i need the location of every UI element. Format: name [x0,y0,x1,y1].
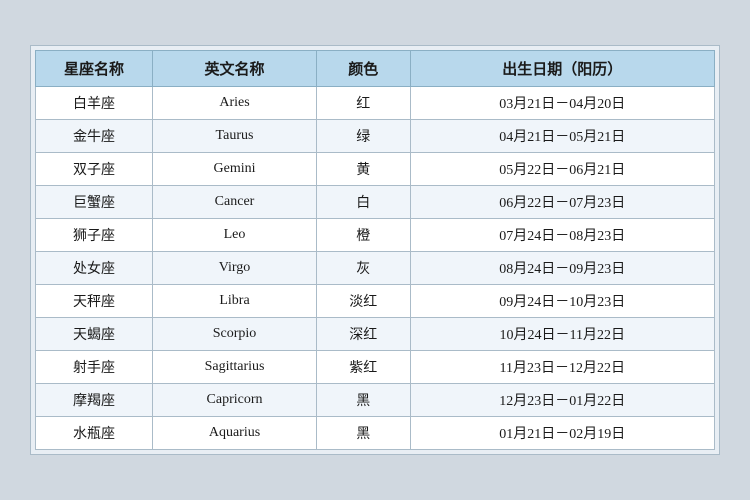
cell-color: 紫红 [316,351,410,384]
table-row: 狮子座Leo橙07月24日－08月23日 [36,219,715,252]
header-english: 英文名称 [153,51,317,87]
cell-chinese: 天秤座 [36,285,153,318]
cell-english: Capricorn [153,384,317,417]
cell-date: 07月24日－08月23日 [410,219,714,252]
cell-chinese: 白羊座 [36,87,153,120]
cell-color: 红 [316,87,410,120]
zodiac-table: 星座名称 英文名称 颜色 出生日期（阳历） 白羊座Aries红03月21日－04… [35,50,715,450]
cell-date: 10月24日－11月22日 [410,318,714,351]
cell-date: 11月23日－12月22日 [410,351,714,384]
cell-color: 白 [316,186,410,219]
cell-color: 灰 [316,252,410,285]
cell-english: Virgo [153,252,317,285]
table-row: 射手座Sagittarius紫红11月23日－12月22日 [36,351,715,384]
cell-date: 01月21日－02月19日 [410,417,714,450]
cell-date: 06月22日－07月23日 [410,186,714,219]
cell-chinese: 水瓶座 [36,417,153,450]
cell-english: Leo [153,219,317,252]
table-header-row: 星座名称 英文名称 颜色 出生日期（阳历） [36,51,715,87]
cell-english: Libra [153,285,317,318]
cell-color: 淡红 [316,285,410,318]
cell-chinese: 金牛座 [36,120,153,153]
header-chinese: 星座名称 [36,51,153,87]
cell-color: 深红 [316,318,410,351]
cell-english: Aquarius [153,417,317,450]
cell-color: 黑 [316,384,410,417]
table-row: 摩羯座Capricorn黑12月23日－01月22日 [36,384,715,417]
cell-english: Taurus [153,120,317,153]
cell-color: 橙 [316,219,410,252]
cell-chinese: 狮子座 [36,219,153,252]
table-row: 白羊座Aries红03月21日－04月20日 [36,87,715,120]
table-row: 处女座Virgo灰08月24日－09月23日 [36,252,715,285]
table-row: 天秤座Libra淡红09月24日－10月23日 [36,285,715,318]
cell-color: 黄 [316,153,410,186]
cell-chinese: 处女座 [36,252,153,285]
cell-english: Aries [153,87,317,120]
table-row: 金牛座Taurus绿04月21日－05月21日 [36,120,715,153]
cell-chinese: 射手座 [36,351,153,384]
cell-date: 04月21日－05月21日 [410,120,714,153]
cell-english: Cancer [153,186,317,219]
cell-color: 绿 [316,120,410,153]
cell-color: 黑 [316,417,410,450]
header-color: 颜色 [316,51,410,87]
cell-date: 12月23日－01月22日 [410,384,714,417]
cell-chinese: 天蝎座 [36,318,153,351]
cell-chinese: 双子座 [36,153,153,186]
table-row: 双子座Gemini黄05月22日－06月21日 [36,153,715,186]
table-row: 天蝎座Scorpio深红10月24日－11月22日 [36,318,715,351]
cell-date: 03月21日－04月20日 [410,87,714,120]
cell-english: Scorpio [153,318,317,351]
cell-chinese: 巨蟹座 [36,186,153,219]
cell-english: Gemini [153,153,317,186]
cell-date: 08月24日－09月23日 [410,252,714,285]
cell-chinese: 摩羯座 [36,384,153,417]
table-row: 水瓶座Aquarius黑01月21日－02月19日 [36,417,715,450]
table-row: 巨蟹座Cancer白06月22日－07月23日 [36,186,715,219]
cell-date: 05月22日－06月21日 [410,153,714,186]
cell-date: 09月24日－10月23日 [410,285,714,318]
zodiac-table-container: 星座名称 英文名称 颜色 出生日期（阳历） 白羊座Aries红03月21日－04… [30,45,720,455]
cell-english: Sagittarius [153,351,317,384]
header-date: 出生日期（阳历） [410,51,714,87]
